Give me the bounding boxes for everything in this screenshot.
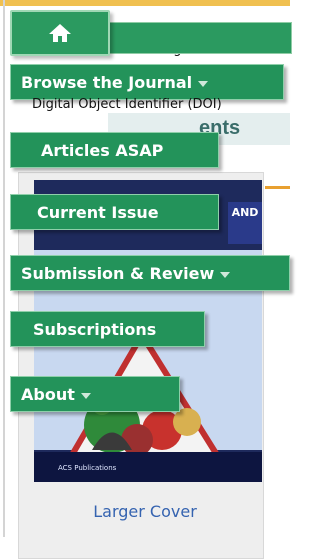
nav-browse-label: Browse the Journal — [21, 73, 193, 92]
cover-title-fragment: AND — [228, 202, 262, 244]
orange-divider — [265, 186, 290, 189]
nav-current-issue[interactable]: Current Issue — [10, 194, 219, 230]
nav-articles-asap[interactable]: Articles ASAP — [10, 132, 219, 168]
home-icon — [49, 24, 71, 42]
top-accent-bar — [0, 0, 290, 6]
page-left-border — [3, 0, 5, 537]
doi-label: Digital Object Identifier (DOI) — [32, 97, 222, 112]
chevron-down-icon — [198, 80, 209, 87]
home-button[interactable] — [10, 10, 110, 56]
nav-submission-review[interactable]: Submission & Review — [10, 255, 290, 291]
nav-about-label: About — [21, 385, 75, 404]
nav-current-label: Current Issue — [37, 203, 159, 222]
nav-subscriptions[interactable]: Subscriptions — [10, 311, 205, 347]
chevron-down-icon — [80, 392, 91, 399]
cover-publisher: ACS Publications — [58, 464, 117, 472]
nav-articles-label: Articles ASAP — [41, 141, 164, 160]
nav-about[interactable]: About — [10, 376, 180, 412]
nav-subscriptions-label: Subscriptions — [33, 320, 157, 339]
nav-browse-the-journal[interactable]: Browse the Journal — [10, 64, 284, 100]
larger-cover-link[interactable]: Larger Cover — [0, 502, 290, 521]
chevron-down-icon — [220, 271, 231, 278]
nav-submission-label: Submission & Review — [21, 264, 215, 283]
nav-top-strip — [106, 22, 292, 54]
